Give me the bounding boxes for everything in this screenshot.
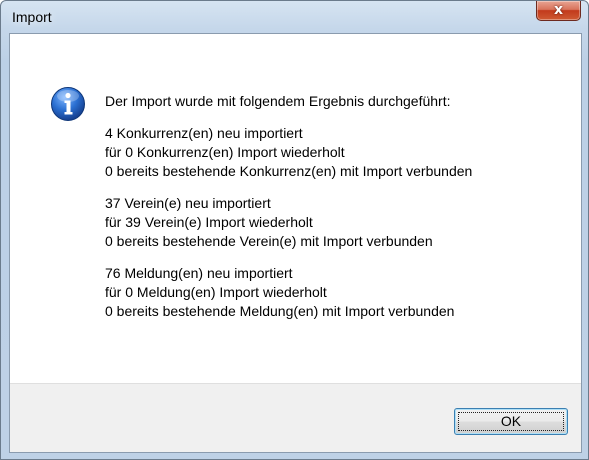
close-icon: x bbox=[553, 2, 564, 18]
ok-button[interactable]: OK bbox=[454, 408, 568, 435]
button-bar: OK bbox=[10, 383, 581, 452]
result-line: 0 bereits bestehende Verein(e) mit Impor… bbox=[105, 233, 433, 249]
dialog-window: Import x Der Import wurde mit folgendem … bbox=[0, 0, 589, 460]
result-line: für 0 Meldung(en) Import wiederholt bbox=[105, 284, 327, 300]
message-text: Der Import wurde mit folgendem Ergebnis … bbox=[105, 92, 472, 321]
result-line: 37 Verein(e) neu importiert bbox=[105, 195, 271, 211]
result-line: 0 bereits bestehende Konkurrenz(en) mit … bbox=[105, 163, 473, 179]
result-line: 0 bereits bestehende Meldung(en) mit Imp… bbox=[105, 303, 455, 319]
info-icon bbox=[51, 87, 85, 121]
ok-button-label: OK bbox=[500, 413, 522, 429]
result-line: für 0 Konkurrenz(en) Import wiederholt bbox=[105, 144, 345, 160]
message-area: Der Import wurde mit folgendem Ergebnis … bbox=[10, 34, 581, 383]
result-line: für 39 Verein(e) Import wiederholt bbox=[105, 214, 313, 230]
message-headline: Der Import wurde mit folgendem Ergebnis … bbox=[105, 93, 451, 109]
close-button[interactable]: x bbox=[536, 1, 581, 21]
result-line: 4 Konkurrenz(en) neu importiert bbox=[105, 125, 303, 141]
dialog-client-area: Der Import wurde mit folgendem Ergebnis … bbox=[9, 33, 582, 453]
result-line: 76 Meldung(en) neu importiert bbox=[105, 265, 293, 281]
window-title: Import bbox=[12, 9, 52, 25]
title-bar[interactable]: Import x bbox=[1, 1, 588, 33]
